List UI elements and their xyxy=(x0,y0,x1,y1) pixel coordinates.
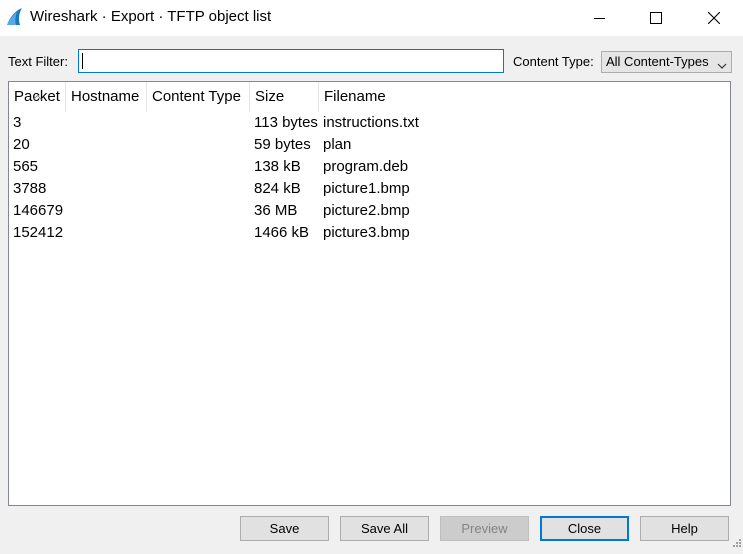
table-row[interactable]: 3788 824 kB picture1.bmp xyxy=(9,178,730,200)
cell-content-type xyxy=(147,200,250,222)
cell-size: 1466 kB xyxy=(254,224,310,241)
cell-filename: program.deb xyxy=(323,158,409,175)
cell-packet: 565 xyxy=(13,158,39,175)
table-row[interactable]: 565 138 kB program.deb xyxy=(9,156,730,178)
tftp-export-dialog: Wireshark · Export · TFTP object list Te… xyxy=(0,0,743,554)
cell-content-type xyxy=(147,178,250,200)
table-header: Packet Hostname Content Type Size Filena… xyxy=(9,82,730,112)
cell-size: 138 kB xyxy=(254,158,301,175)
sort-ascending-icon xyxy=(33,81,42,111)
cell-packet: 146679 xyxy=(13,202,64,219)
close-window-button[interactable] xyxy=(691,0,737,36)
cell-packet: 3 xyxy=(13,114,22,131)
cell-content-type xyxy=(147,156,250,178)
cell-packet: 3788 xyxy=(13,180,47,197)
cell-filename: picture1.bmp xyxy=(323,180,410,197)
cell-packet: 20 xyxy=(13,136,30,153)
cell-filename: picture2.bmp xyxy=(323,202,410,219)
save-all-button[interactable]: Save All xyxy=(340,516,429,541)
cell-filename: instructions.txt xyxy=(323,114,419,131)
save-button[interactable]: Save xyxy=(240,516,329,541)
resize-grip-icon[interactable] xyxy=(732,535,742,553)
column-header-content-type[interactable]: Content Type xyxy=(147,82,250,112)
cell-hostname xyxy=(66,222,147,244)
help-button[interactable]: Help xyxy=(640,516,729,541)
text-filter-label: Text Filter: xyxy=(8,54,68,69)
column-header-hostname[interactable]: Hostname xyxy=(66,82,147,112)
cell-size: 824 kB xyxy=(254,180,301,197)
text-filter-input[interactable] xyxy=(78,49,504,73)
cell-content-type xyxy=(147,112,250,134)
text-cursor xyxy=(82,53,83,69)
column-label: Size xyxy=(255,88,285,105)
close-icon xyxy=(708,12,720,24)
minimize-button[interactable] xyxy=(577,0,623,36)
cell-filename: picture3.bmp xyxy=(323,224,410,241)
cell-size: 36 MB xyxy=(254,202,298,219)
maximize-icon xyxy=(650,12,662,24)
content-type-select[interactable]: All Content-Types xyxy=(601,51,732,73)
column-header-size[interactable]: Size xyxy=(250,82,319,112)
cell-hostname xyxy=(66,134,147,156)
content-type-value: All Content-Types xyxy=(606,54,709,69)
cell-hostname xyxy=(66,112,147,134)
column-label: Hostname xyxy=(71,88,140,105)
table-row[interactable]: 146679 36 MB picture2.bmp xyxy=(9,200,730,222)
cell-hostname xyxy=(66,156,147,178)
column-label: Filename xyxy=(324,88,386,105)
table-row[interactable]: 3 113 bytes instructions.txt xyxy=(9,112,730,134)
content-type-label: Content Type: xyxy=(513,54,594,69)
window-title: Wireshark · Export · TFTP object list xyxy=(30,8,272,25)
objects-table[interactable]: Packet Hostname Content Type Size Filena… xyxy=(8,81,731,506)
chevron-down-icon xyxy=(717,57,727,75)
cell-filename: plan xyxy=(323,136,352,153)
table-row[interactable]: 20 59 bytes plan xyxy=(9,134,730,156)
cell-hostname xyxy=(66,200,147,222)
close-button[interactable]: Close xyxy=(540,516,629,541)
table-row[interactable]: 152412 1466 kB picture3.bmp xyxy=(9,222,730,244)
minimize-icon xyxy=(594,18,605,19)
column-label: Content Type xyxy=(152,88,241,105)
column-header-filename[interactable]: Filename xyxy=(319,82,730,112)
title-bar[interactable]: Wireshark · Export · TFTP object list xyxy=(0,0,743,36)
preview-button[interactable]: Preview xyxy=(440,516,529,541)
cell-size: 59 bytes xyxy=(254,136,311,153)
maximize-button[interactable] xyxy=(633,0,679,36)
cell-size: 113 bytes xyxy=(254,114,318,131)
wireshark-fin-icon xyxy=(4,7,24,27)
cell-packet: 152412 xyxy=(13,224,64,241)
cell-hostname xyxy=(66,178,147,200)
column-header-packet[interactable]: Packet xyxy=(9,82,66,112)
cell-content-type xyxy=(147,134,250,156)
cell-content-type xyxy=(147,222,250,244)
